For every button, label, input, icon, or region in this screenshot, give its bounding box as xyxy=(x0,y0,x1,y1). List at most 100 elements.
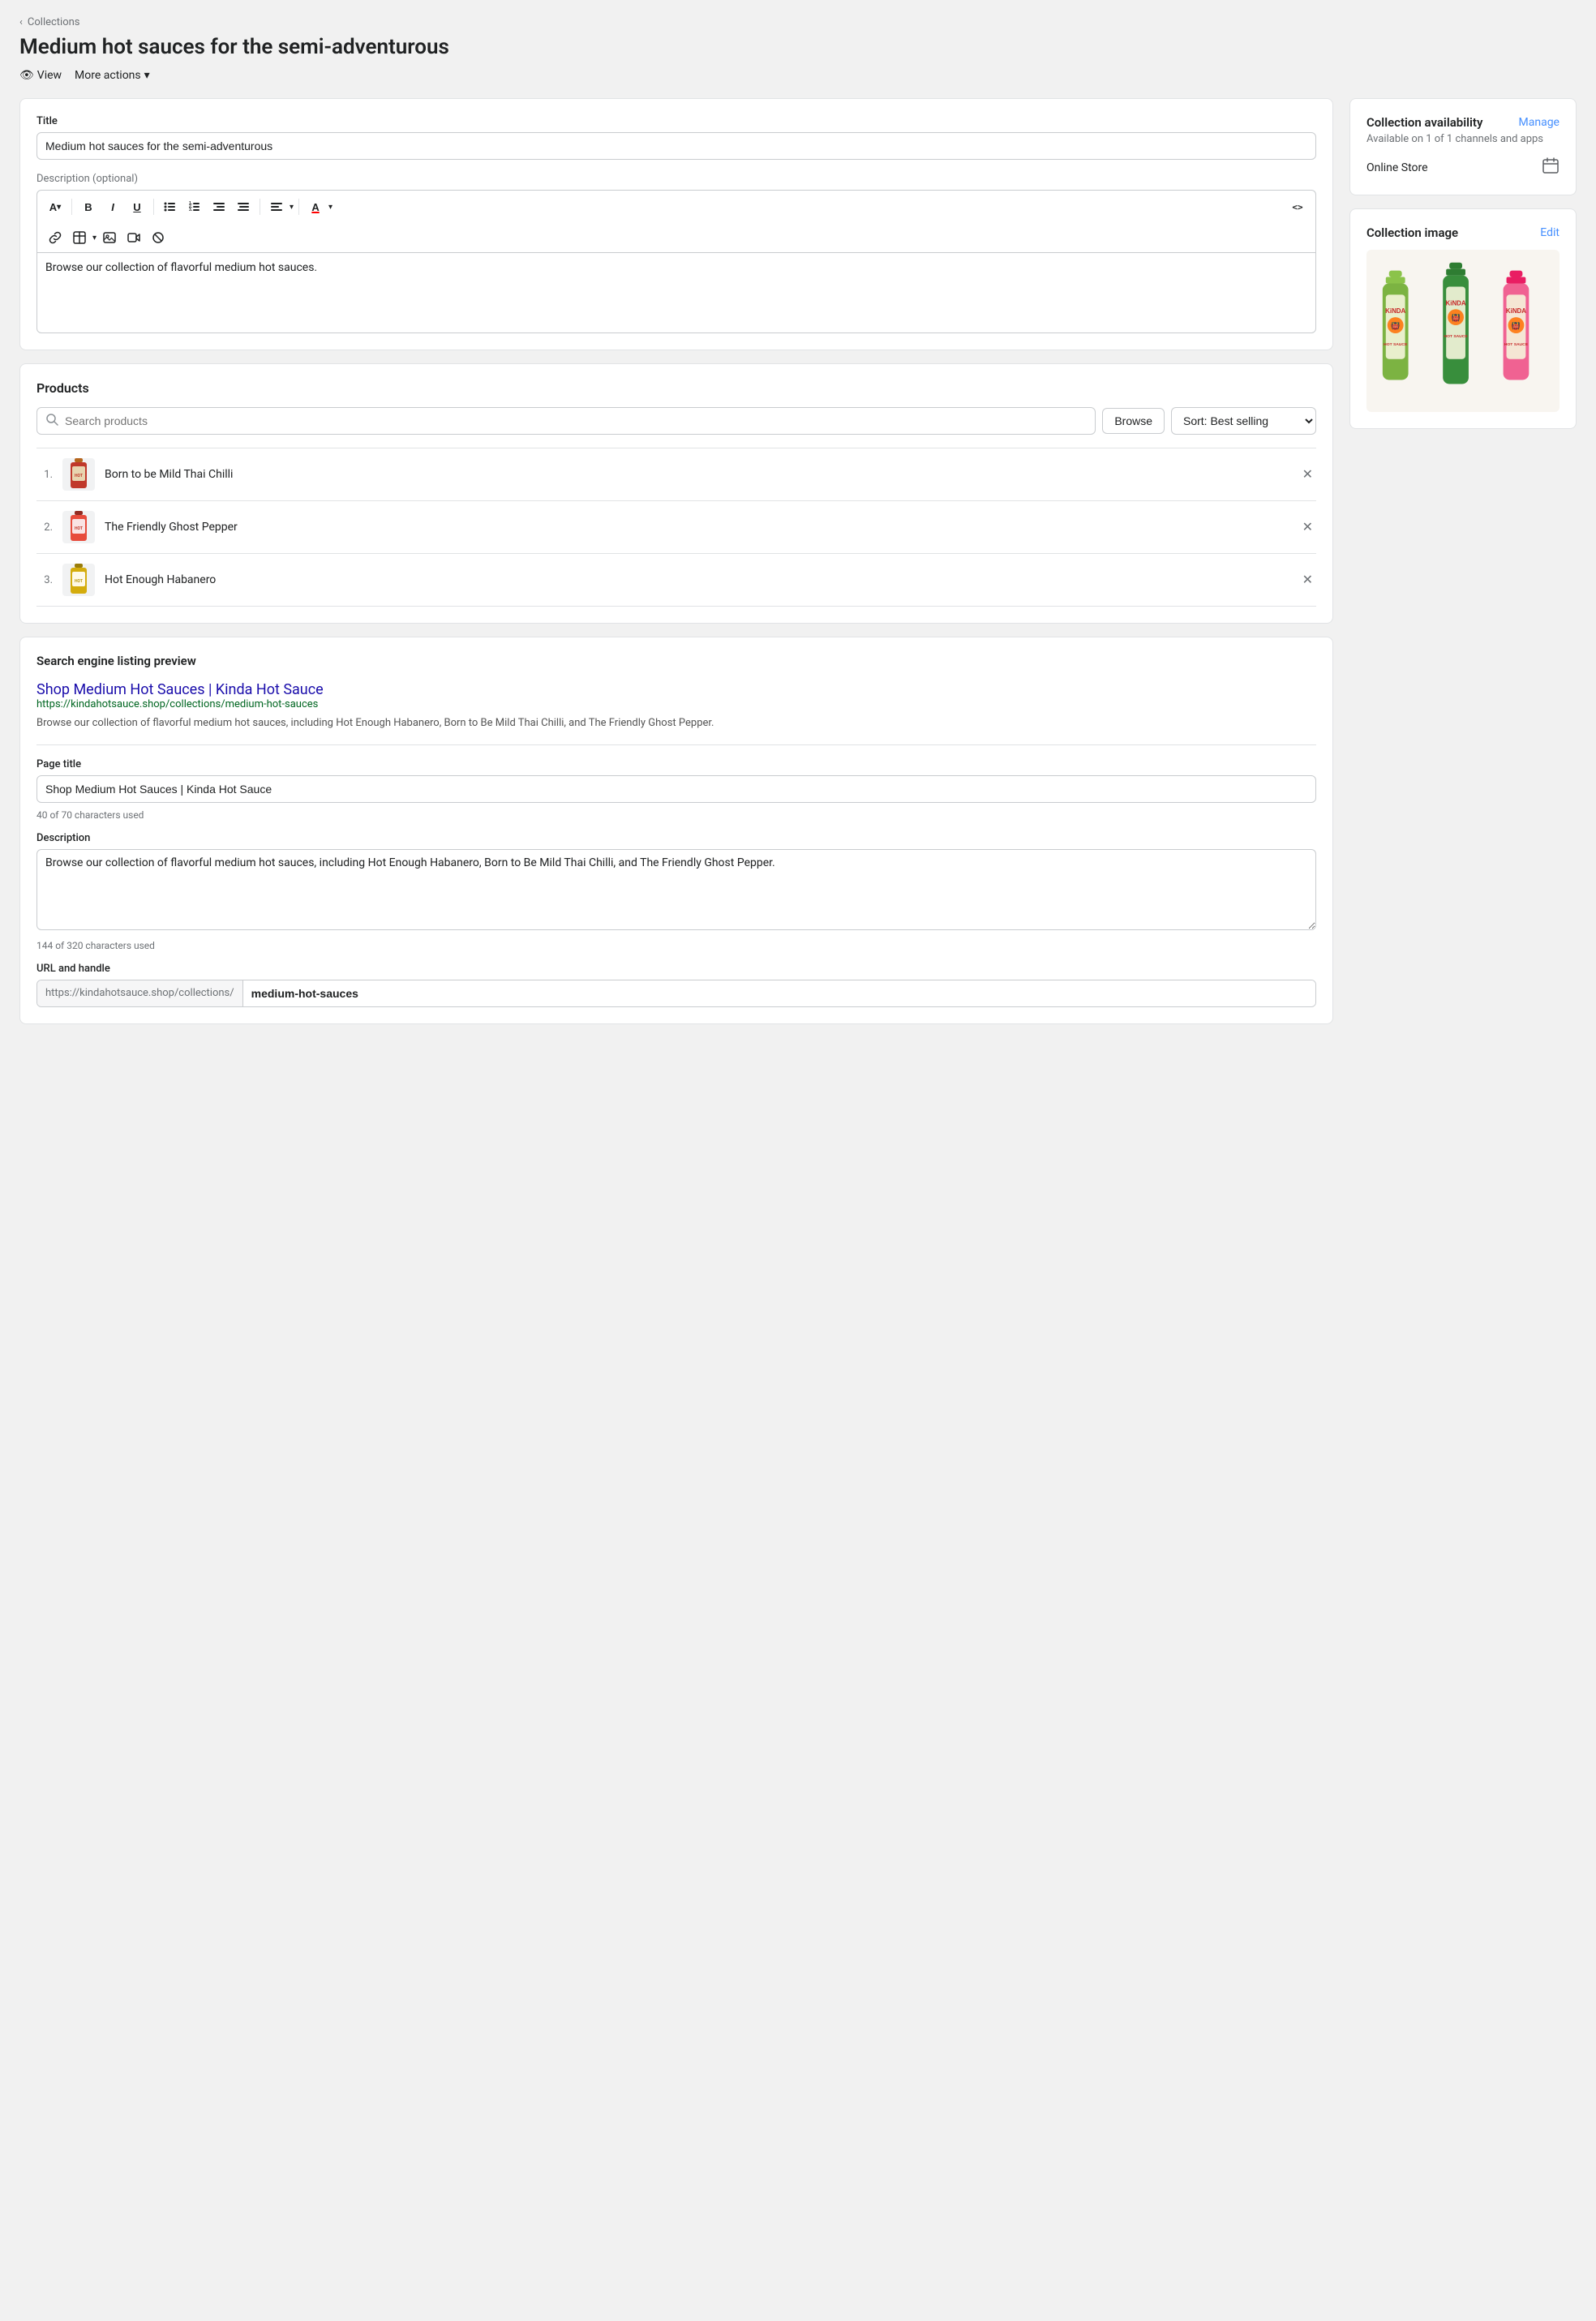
collection-image-card: Collection image Edit KiNDA � xyxy=(1349,208,1577,429)
remove-product-button[interactable]: ✕ xyxy=(1299,568,1316,591)
product-name: Born to be Mild Thai Chilli xyxy=(105,468,1289,481)
video-button[interactable] xyxy=(122,226,145,249)
product-name: The Friendly Ghost Pepper xyxy=(105,521,1289,534)
seo-description-label: Description xyxy=(36,832,1316,844)
svg-text:HOT SAUCE: HOT SAUCE xyxy=(1504,342,1529,347)
seo-section-title: Search engine listing preview xyxy=(36,654,1316,668)
font-button[interactable]: A▾ xyxy=(44,195,66,218)
edit-image-link[interactable]: Edit xyxy=(1540,226,1560,239)
editor-toolbar-row2: ▾ xyxy=(36,223,1316,252)
product-number: 3. xyxy=(36,574,53,586)
manage-link[interactable]: Manage xyxy=(1519,116,1560,129)
url-prefix: https://kindahotsauce.shop/collections/ xyxy=(37,980,243,1006)
product-thumbnail: HOT xyxy=(62,511,95,543)
remove-product-button[interactable]: ✕ xyxy=(1299,516,1316,538)
products-title: Products xyxy=(36,380,1316,396)
layout: Title Description (optional) A▾ B I U xyxy=(19,98,1577,1024)
svg-text:KiNDA: KiNDA xyxy=(1446,299,1466,307)
product-number: 2. xyxy=(36,521,53,534)
search-box xyxy=(36,407,1096,435)
seo-preview-description: Browse our collection of flavorful mediu… xyxy=(36,715,1316,731)
availability-card: Collection availability Manage Available… xyxy=(1349,98,1577,195)
side-column: Collection availability Manage Available… xyxy=(1349,98,1577,429)
title-description-card: Title Description (optional) A▾ B I U xyxy=(19,98,1333,350)
availability-sub: Available on 1 of 1 channels and apps xyxy=(1366,133,1560,145)
seo-divider xyxy=(36,744,1316,745)
image-title: Collection image xyxy=(1366,225,1458,240)
svg-text:3.: 3. xyxy=(189,208,193,212)
remove-product-button[interactable]: ✕ xyxy=(1299,463,1316,486)
page-title-input[interactable] xyxy=(36,775,1316,803)
bullet-button[interactable] xyxy=(159,195,182,218)
bold-button[interactable]: B xyxy=(77,195,100,218)
seo-description-char-count: 144 of 320 characters used xyxy=(36,940,1316,951)
image-header: Collection image Edit xyxy=(1366,225,1560,240)
product-thumbnail: HOT xyxy=(62,458,95,491)
indent-button[interactable] xyxy=(232,195,255,218)
numbered-button[interactable]: 1.2.3. xyxy=(183,195,206,218)
toolbar-sep2 xyxy=(153,199,154,215)
table-row: 1. HOT Born to be Mild Thai Chilli ✕ xyxy=(36,448,1316,500)
seo-preview-url: https://kindahotsauce.shop/collections/m… xyxy=(36,698,1316,710)
collection-image: KiNDA 👹 HOT SAUCE KiNDA 👹 HOT SAUCE xyxy=(1366,250,1560,412)
page-title-label: Page title xyxy=(36,758,1316,770)
product-list: 1. HOT Born to be Mild Thai Chilli ✕ 2. xyxy=(36,448,1316,607)
description-editor[interactable]: Browse our collection of flavorful mediu… xyxy=(36,252,1316,333)
availability-header: Collection availability Manage xyxy=(1366,115,1560,130)
view-link[interactable]: 👁 View xyxy=(19,69,62,82)
url-handle-label: URL and handle xyxy=(36,963,1316,975)
products-card: Products Browse Sort: Best selling Sort:… xyxy=(19,363,1333,624)
main-column: Title Description (optional) A▾ B I U xyxy=(19,98,1333,1024)
search-input[interactable] xyxy=(65,414,1087,427)
breadcrumb-label[interactable]: Collections xyxy=(28,16,80,28)
url-handle-input[interactable] xyxy=(243,980,1315,1006)
description-label: Description (optional) xyxy=(36,173,1316,185)
more-actions-label: More actions xyxy=(75,69,141,82)
url-handle-row: https://kindahotsauce.shop/collections/ xyxy=(36,980,1316,1007)
outdent-button[interactable] xyxy=(208,195,230,218)
products-search-row: Browse Sort: Best selling Sort: Title A-… xyxy=(36,407,1316,435)
underline-button[interactable]: U xyxy=(126,195,148,218)
page-title: Medium hot sauces for the semi-adventuro… xyxy=(19,35,1577,59)
title-input[interactable] xyxy=(36,132,1316,160)
svg-text:👹: 👹 xyxy=(1391,321,1400,331)
svg-text:KiNDA: KiNDA xyxy=(1385,307,1405,315)
calendar-icon[interactable] xyxy=(1542,157,1560,178)
table-row: 2. HOT The Friendly Ghost Pepper ✕ xyxy=(36,500,1316,553)
svg-text:👹: 👹 xyxy=(1512,321,1521,331)
table-button[interactable] xyxy=(68,226,91,249)
page-title-char-count: 40 of 70 characters used xyxy=(36,809,1316,821)
text-color-button[interactable]: A xyxy=(304,195,327,218)
product-name: Hot Enough Habanero xyxy=(105,573,1289,586)
editor-toolbar-row1: A▾ B I U 1.2.3. xyxy=(36,190,1316,223)
svg-text:HOT: HOT xyxy=(75,474,83,478)
channel-row: Online Store xyxy=(1366,157,1560,178)
availability-title: Collection availability xyxy=(1366,115,1482,130)
image-button[interactable] xyxy=(98,226,121,249)
svg-text:HOT SAUCE: HOT SAUCE xyxy=(1384,342,1408,347)
more-actions-button[interactable]: More actions ▾ xyxy=(75,69,150,82)
product-thumbnail: HOT xyxy=(62,564,95,596)
toolbar-sep4 xyxy=(298,199,299,215)
eye-icon: 👁 xyxy=(19,69,34,82)
svg-text:HOT: HOT xyxy=(75,526,83,531)
sort-select[interactable]: Sort: Best selling Sort: Title A-Z Sort:… xyxy=(1171,407,1316,435)
breadcrumb-arrow: ‹ xyxy=(19,16,23,28)
seo-description-input[interactable]: Browse our collection of flavorful mediu… xyxy=(36,849,1316,930)
breadcrumb[interactable]: ‹ Collections xyxy=(19,16,1577,28)
page-actions: 👁 View More actions ▾ xyxy=(19,69,1577,82)
view-label[interactable]: View xyxy=(37,69,62,82)
title-label: Title xyxy=(36,115,1316,127)
seo-preview-title-link[interactable]: Shop Medium Hot Sauces | Kinda Hot Sauce xyxy=(36,681,324,698)
code-button[interactable]: <> xyxy=(1286,195,1309,218)
svg-text:HOT SAUCE: HOT SAUCE xyxy=(1444,334,1469,339)
align-button[interactable] xyxy=(265,195,288,218)
description-text: Browse our collection of flavorful mediu… xyxy=(45,261,317,274)
search-icon xyxy=(45,413,58,429)
italic-button[interactable]: I xyxy=(101,195,124,218)
browse-button[interactable]: Browse xyxy=(1102,408,1165,434)
block-button[interactable] xyxy=(147,226,169,249)
table-row: 3. HOT Hot Enough Habanero ✕ xyxy=(36,553,1316,607)
link-button[interactable] xyxy=(44,226,66,249)
chevron-down-icon: ▾ xyxy=(144,69,150,82)
